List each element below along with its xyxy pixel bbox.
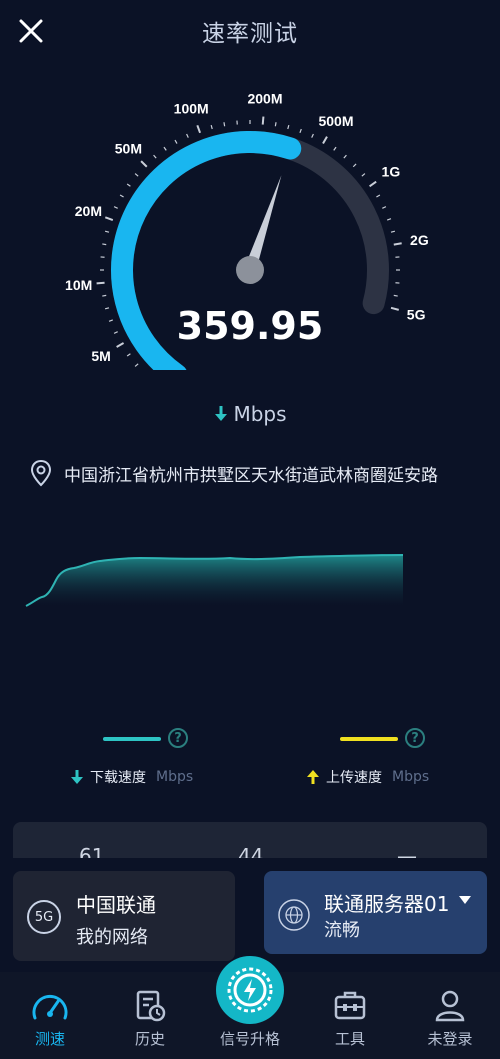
gauge-tick (311, 133, 314, 138)
nav-label-profile: 未登录 (427, 1030, 473, 1048)
location-pin-icon (30, 459, 52, 487)
operator-name: 中国联通 (76, 893, 156, 917)
gauge-scale-label: 100M (174, 100, 209, 116)
signal-boost-button[interactable] (216, 956, 284, 1024)
upload-help-icon[interactable]: ? (405, 728, 425, 748)
globe-icon (278, 899, 310, 931)
gauge-tick (153, 154, 157, 159)
gauge-tick (102, 243, 107, 246)
gauge-scale-label: 1G (382, 163, 401, 179)
gauge-tick (210, 124, 213, 130)
download-legend-unit: Mbps (156, 769, 194, 785)
gauge-tick (163, 146, 167, 151)
location-row: 中国浙江省杭州市拱墅区天水街道武林商圈延安路 (30, 458, 490, 488)
gauge-tick (393, 294, 398, 297)
download-arrow-icon (215, 406, 228, 421)
nav-item-history[interactable]: 历史 (100, 972, 200, 1059)
location-text: 中国浙江省杭州市拱墅区天水街道武林商圈延安路 (64, 465, 438, 486)
nav-label-tools: 工具 (334, 1030, 365, 1048)
gauge-tick (196, 124, 202, 134)
speed-unit: Mbps (233, 402, 287, 426)
gauge-tick (126, 353, 131, 357)
speedometer-icon (32, 995, 68, 1020)
download-arrow-icon (71, 770, 83, 784)
gauge-scale-label: 2G (410, 232, 429, 248)
upload-legend-unit: Mbps (392, 769, 430, 785)
result-value-download: 61 (79, 844, 105, 858)
server-name: 联通服务器01 (324, 892, 450, 916)
server-status: 流畅 (324, 920, 360, 941)
gauge-tick (119, 194, 124, 198)
download-help-icon[interactable]: ? (168, 728, 188, 748)
gauge-tick (223, 122, 226, 127)
gauge-tick (261, 116, 265, 125)
history-icon (136, 990, 166, 1022)
gauge-tick (274, 122, 277, 127)
gauge-tick (299, 128, 302, 134)
toolbox-icon (334, 991, 366, 1020)
user-icon (435, 990, 465, 1022)
gauge-tick (134, 363, 139, 367)
signal-boost-icon (227, 967, 273, 1013)
speed-trend-chart (25, 554, 404, 607)
gauge-tick (104, 230, 110, 233)
page-title: 速率测试 (202, 21, 298, 47)
nav-label-speedtest: 测速 (34, 1030, 65, 1048)
download-legend-line (103, 737, 161, 741)
gauge-tick (361, 173, 366, 177)
nav-item-speedtest[interactable]: 测速 (0, 972, 100, 1059)
operator-sub: 我的网络 (76, 927, 148, 948)
nav-label-signal-boost: 信号升格 (219, 1030, 280, 1048)
nav-item-tools[interactable]: 工具 (300, 972, 400, 1059)
gauge-tick (386, 218, 392, 221)
results-card: 61 44 — (13, 822, 487, 858)
trend-area (26, 555, 403, 606)
download-legend-label: 下载速度 (90, 770, 146, 786)
gauge-scale-label: 500M (318, 113, 353, 129)
gauge-tick (343, 154, 347, 159)
gauge-pivot (236, 256, 264, 284)
gauge-tick (352, 163, 357, 168)
unit-row: Mbps (0, 402, 500, 426)
nav-item-profile[interactable]: 未登录 (400, 972, 500, 1059)
gauge-tick (104, 216, 114, 222)
download-legend: 下载速度 Mbps (70, 767, 193, 787)
gauge-tick (140, 160, 148, 168)
nav-label-history: 历史 (134, 1030, 165, 1048)
gauge-scale-label: 5M (91, 348, 110, 364)
gauge-tick (186, 133, 189, 138)
gauge-tick (134, 173, 139, 177)
upload-legend-line (340, 737, 398, 741)
gauge-tick (376, 194, 381, 198)
gauge-tick (102, 294, 107, 297)
server-selector[interactable]: 联通服务器01 流畅 (264, 871, 487, 954)
gauge-scale-label: 10M (65, 277, 92, 293)
upload-legend: 上传速度 Mbps (306, 767, 429, 787)
dropdown-triangle-icon (459, 896, 471, 904)
gauge-scale-label: 200M (247, 91, 282, 107)
speed-value: 359.95 (176, 304, 324, 348)
gauge-scale-label: 50M (115, 140, 142, 156)
gauge-tick (393, 242, 402, 246)
gauge-tick (382, 206, 387, 209)
gauge-tick (113, 206, 118, 209)
upload-arrow-icon (307, 770, 319, 784)
gauge-tick (287, 124, 290, 130)
network-5g-badge: 5G (27, 900, 61, 934)
gauge-scale-label: 20M (75, 203, 102, 219)
gauge-tick (369, 180, 377, 188)
result-value-upload: 44 (238, 844, 264, 858)
result-value-latency: — (397, 844, 417, 858)
gauge-tick (96, 281, 105, 285)
gauge-tick (322, 136, 328, 145)
gauge-tick (390, 230, 396, 233)
gauge-tick (333, 146, 337, 151)
gauge-tick (126, 183, 131, 187)
operator-card[interactable]: 5G 中国联通 我的网络 (13, 871, 235, 961)
upload-legend-label: 上传速度 (326, 770, 382, 786)
gauge-tick (174, 139, 178, 144)
